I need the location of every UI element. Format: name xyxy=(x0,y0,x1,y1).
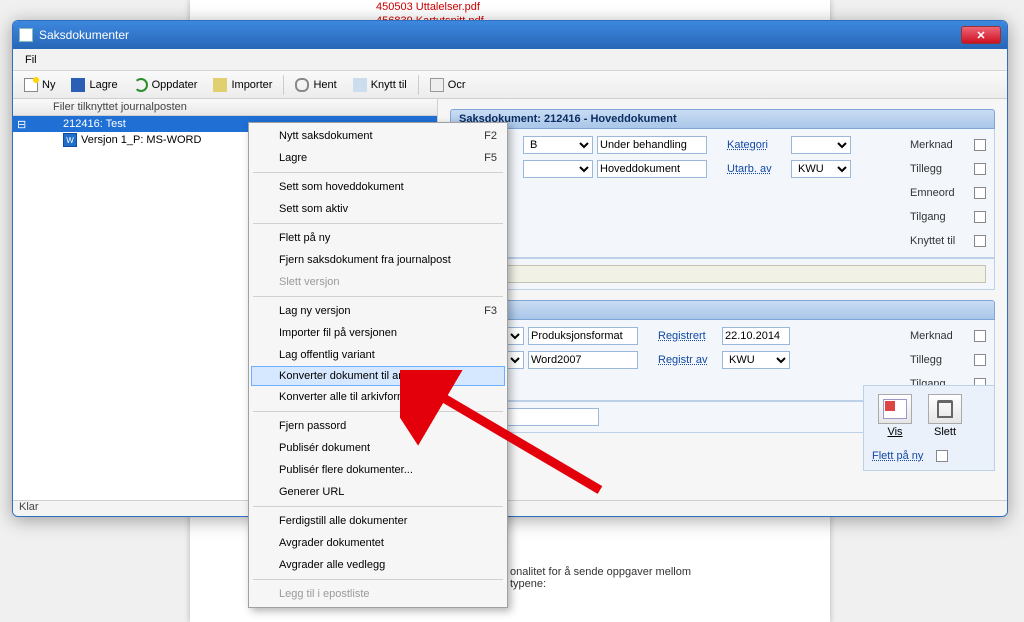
ctx-avgrader-dokumentet[interactable]: Avgrader dokumentet xyxy=(251,532,505,554)
txt-format[interactable] xyxy=(528,351,638,369)
lbl-tillegg2: Tillegg xyxy=(910,354,970,366)
window-title: Saksdokumenter xyxy=(39,28,129,42)
refresh-icon xyxy=(134,78,148,92)
lbl-registrav[interactable]: Registr av xyxy=(658,354,718,366)
chk-knyttet[interactable] xyxy=(974,235,986,247)
group-saksdokument-body: Status B . Kategori Utarb. avKWU Merkn xyxy=(450,129,995,258)
ctx-publis-r-flere-dokumenter-[interactable]: Publisér flere dokumenter... xyxy=(251,459,505,481)
sel-type[interactable] xyxy=(523,160,593,178)
btn-slett[interactable]: Slett xyxy=(922,394,968,438)
chk-tilgang[interactable] xyxy=(974,211,986,223)
ctx-konverter-dokument-til-arkivformat[interactable]: Konverter dokument til arkivformat xyxy=(251,366,505,386)
ctx-publis-r-dokument[interactable]: Publisér dokument xyxy=(251,437,505,459)
ctx-flett-p-ny[interactable]: Flett på ny xyxy=(251,227,505,249)
tool-ny[interactable]: Ny xyxy=(17,75,62,95)
ctx-legg-til-i-epostliste: Legg til i epostliste xyxy=(251,583,505,605)
lbl-utarb[interactable]: Utarb. av xyxy=(727,163,787,175)
chk-tillegg[interactable] xyxy=(974,163,986,175)
delete-icon xyxy=(928,394,962,424)
word-icon: W xyxy=(63,133,77,147)
ctx-fjern-saksdokument-fra-journalpost[interactable]: Fjern saksdokument fra journalpost xyxy=(251,249,505,271)
link-icon xyxy=(353,78,367,92)
tool-hent[interactable]: Hent xyxy=(288,75,343,95)
button-panel: Vis Slett Flett på ny xyxy=(863,385,995,471)
ctx-fjern-passord[interactable]: Fjern passord xyxy=(251,415,505,437)
group-versjon-header: TIV) xyxy=(450,300,995,320)
statusbar: Klar xyxy=(13,500,1007,516)
lbl-registrert[interactable]: Registrert xyxy=(658,330,718,342)
ctx-generer-url[interactable]: Generer URL xyxy=(251,481,505,503)
lbl-tillegg: Tillegg xyxy=(910,163,970,175)
ctx-ferdigstill-alle-dokumenter[interactable]: Ferdigstill alle dokumenter xyxy=(251,510,505,532)
context-menu[interactable]: Nytt saksdokumentF2LagreF5 Sett som hoved… xyxy=(248,122,508,608)
tool-knytttil[interactable]: Knytt til xyxy=(346,75,414,95)
saksdokumenter-window: Saksdokumenter ✕ Fil Ny Lagre Oppdater I… xyxy=(12,20,1008,517)
tool-importer[interactable]: Importer xyxy=(206,75,279,95)
ctx-avgrader-alle-vedlegg[interactable]: Avgrader alle vedlegg xyxy=(251,554,505,576)
btn-vis[interactable]: Vis xyxy=(872,394,918,438)
app-icon xyxy=(19,28,33,42)
sel-utarb[interactable]: KWU xyxy=(791,160,851,178)
import-icon xyxy=(213,78,227,92)
sel-registrav[interactable]: KWU xyxy=(722,351,790,369)
tool-ocr[interactable]: Ocr xyxy=(423,75,473,95)
save-icon xyxy=(71,78,85,92)
ctx-slett-versjon: Slett versjon xyxy=(251,271,505,293)
ctx-importer-fil-p-versjonen[interactable]: Importer fil på versjonen xyxy=(251,322,505,344)
lbl-emneord: Emneord xyxy=(910,187,970,199)
attach-icon xyxy=(295,78,309,92)
new-icon xyxy=(24,78,38,92)
lbl-merknad2: Merknad xyxy=(910,330,970,342)
ctx-sett-som-aktiv[interactable]: Sett som aktiv xyxy=(251,198,505,220)
ctx-lag-ny-versjon[interactable]: Lag ny versjonF3 xyxy=(251,300,505,322)
inp-regdate[interactable] xyxy=(722,327,790,345)
txt-type[interactable] xyxy=(597,160,707,178)
titlebar[interactable]: Saksdokumenter ✕ xyxy=(13,21,1007,49)
txt-vt[interactable] xyxy=(528,327,638,345)
ctx-nytt-saksdokument[interactable]: Nytt saksdokumentF2 xyxy=(251,125,505,147)
chk-merknad[interactable] xyxy=(974,139,986,151)
close-button[interactable]: ✕ xyxy=(961,26,1001,44)
toolbar: Ny Lagre Oppdater Importer Hent Knytt ti… xyxy=(13,71,1007,99)
group-saksdokument-header: Saksdokument: 212416 - Hoveddokument xyxy=(450,109,995,129)
lbl-tilgang: Tilgang xyxy=(910,211,970,223)
chk-tillegg2[interactable] xyxy=(974,354,986,366)
ocr-icon xyxy=(430,78,444,92)
sel-kategori[interactable] xyxy=(791,136,851,154)
ro-title: est xyxy=(459,265,986,283)
menubar: Fil xyxy=(13,49,1007,71)
ctx-lagre[interactable]: LagreF5 xyxy=(251,147,505,169)
lbl-merknad: Merknad xyxy=(910,139,970,151)
tool-lagre[interactable]: Lagre xyxy=(64,75,124,95)
lbl-kategori[interactable]: Kategori xyxy=(727,139,787,151)
preview-icon xyxy=(878,394,912,424)
sel-status[interactable]: B xyxy=(523,136,593,154)
background-text: onalitet for å sende oppgaver mellom typ… xyxy=(510,566,850,590)
ctx-sett-som-hoveddokument[interactable]: Sett som hoveddokument xyxy=(251,176,505,198)
tree-header: Filer tilknyttet journalposten xyxy=(13,99,437,116)
lbl-knyttet: Knyttet til xyxy=(910,235,970,247)
chk-flett[interactable] xyxy=(936,450,948,462)
ctx-konverter-alle-til-arkivformat[interactable]: Konverter alle til arkivformat xyxy=(251,386,505,408)
collapse-icon[interactable]: ⊟ xyxy=(17,118,26,131)
chk-emneord[interactable] xyxy=(974,187,986,199)
ctx-lag-offentlig-variant[interactable]: Lag offentlig variant xyxy=(251,344,505,366)
chk-merknad2[interactable] xyxy=(974,330,986,342)
txt-status[interactable] xyxy=(597,136,707,154)
menu-fil[interactable]: Fil xyxy=(19,52,43,68)
tool-oppdater[interactable]: Oppdater xyxy=(127,75,205,95)
lbl-flett[interactable]: Flett på ny xyxy=(872,450,932,462)
